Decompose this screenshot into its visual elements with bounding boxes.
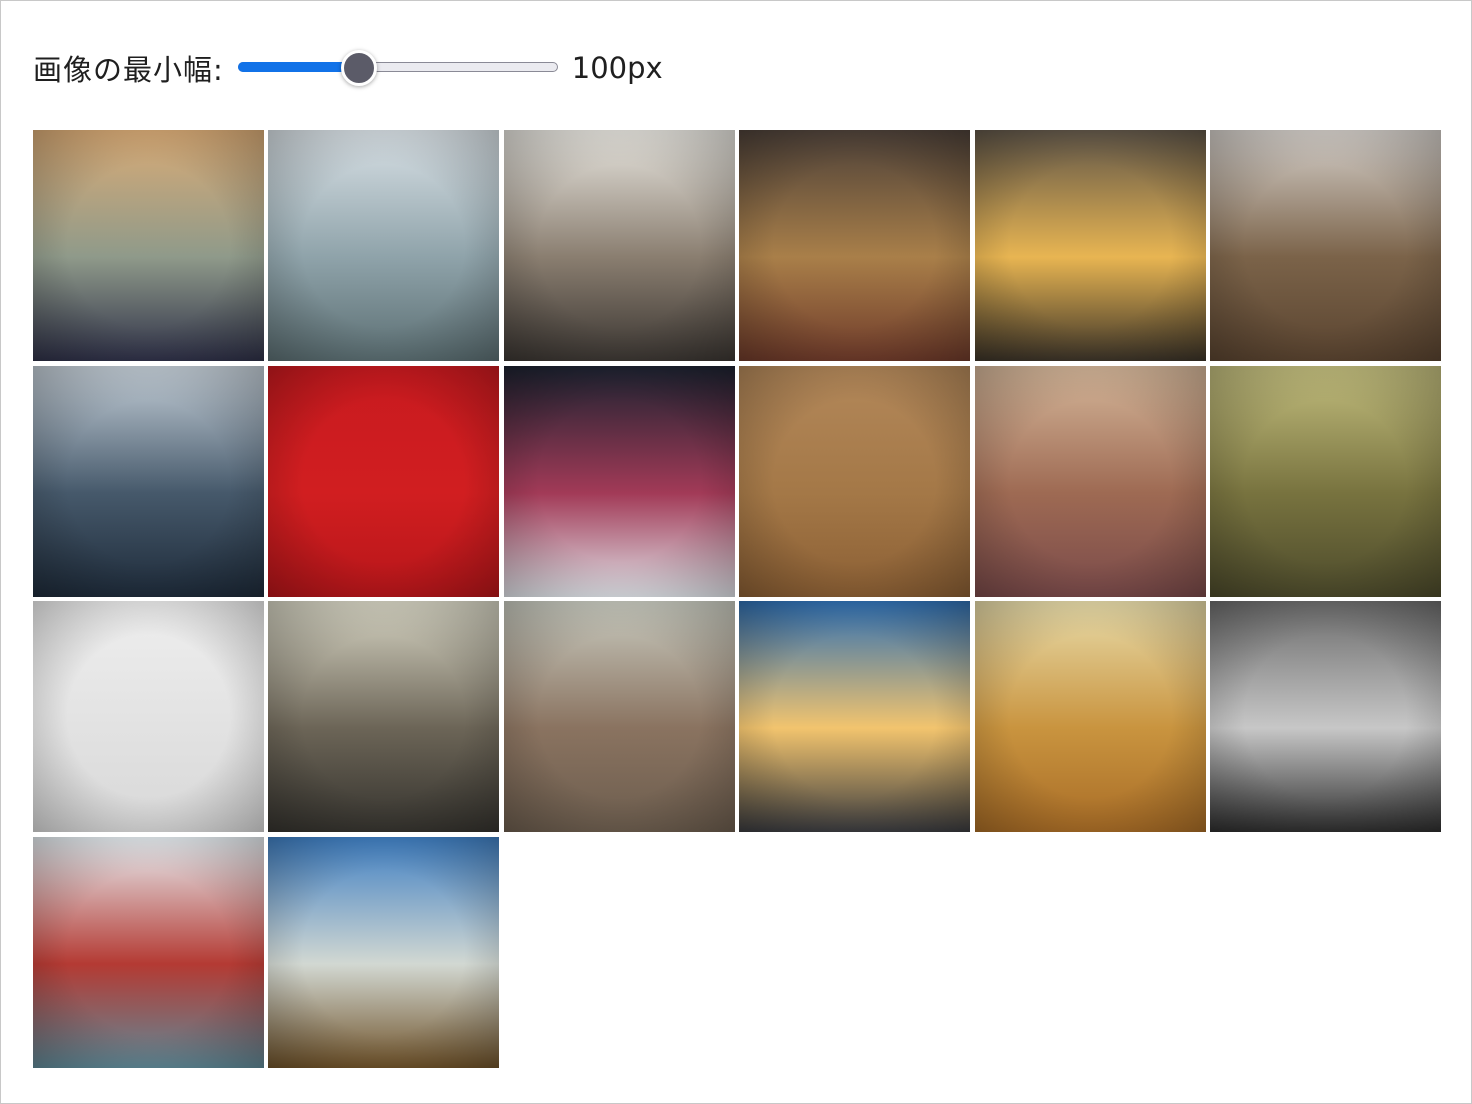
- photo-autumn-path[interactable]: [974, 365, 1206, 597]
- photo-swing-lakeside[interactable]: [268, 836, 500, 1068]
- photo-vignette: [503, 130, 735, 361]
- photo-vignette: [33, 836, 264, 1068]
- photo-eiffel-tower-building[interactable]: [268, 601, 500, 833]
- photo-vignette: [268, 836, 500, 1068]
- photo-brick-wall-windows[interactable]: [739, 130, 971, 361]
- photo-image: [1209, 601, 1441, 833]
- photo-guitar-headstock[interactable]: [1209, 365, 1441, 597]
- app-window: 画像の最小幅: 100px: [0, 0, 1472, 1104]
- photo-image: [974, 601, 1206, 833]
- photo-image: [268, 836, 500, 1068]
- photo-image: [1209, 365, 1441, 597]
- photo-sunset-beach-clouds[interactable]: [974, 130, 1206, 361]
- photo-coffee-cup-red[interactable]: [268, 365, 500, 597]
- photo-vignette: [268, 130, 500, 361]
- photo-eiffel-tower-bw[interactable]: [1209, 601, 1441, 833]
- photo-vignette: [268, 365, 500, 597]
- photo-image: [1209, 130, 1441, 361]
- photo-image: [739, 365, 971, 597]
- photo-image: [33, 130, 264, 361]
- photo-vignette: [1209, 365, 1441, 597]
- photo-image: [33, 365, 264, 597]
- photo-image: [503, 601, 735, 833]
- photo-vignette: [33, 601, 264, 833]
- photo-golden-gate-bridge[interactable]: [33, 836, 264, 1068]
- slider-thumb[interactable]: [341, 50, 378, 86]
- photo-ocean-waves-mountains[interactable]: [33, 365, 264, 597]
- photo-image: [739, 601, 971, 833]
- photo-london-street-bus[interactable]: [503, 130, 735, 361]
- photo-typewriter[interactable]: [33, 601, 264, 833]
- photo-vignette: [974, 365, 1206, 597]
- photo-mountain-road-sunset[interactable]: [739, 601, 971, 833]
- photo-vignette: [503, 601, 735, 833]
- photo-laptop-wooden-desk[interactable]: [739, 365, 971, 597]
- photo-image: [268, 601, 500, 833]
- photo-image: [33, 601, 264, 833]
- photo-vignette: [33, 130, 264, 361]
- min-width-label: 画像の最小幅:: [33, 53, 224, 87]
- photo-desert-sand[interactable]: [974, 601, 1206, 833]
- photo-vignette: [1209, 601, 1441, 833]
- photo-image: [503, 130, 735, 361]
- min-width-control: 画像の最小幅: 100px: [33, 41, 663, 95]
- photo-forest-dirt-road[interactable]: [503, 601, 735, 833]
- photo-vignette: [268, 601, 500, 833]
- photo-vignette: [33, 365, 264, 597]
- photo-brown-bear[interactable]: [1209, 130, 1441, 361]
- photo-lifeguard-tower-beach[interactable]: [33, 130, 264, 361]
- photo-vignette: [1209, 130, 1441, 361]
- photo-image: [974, 130, 1206, 361]
- photo-vignette: [974, 130, 1206, 361]
- photo-image: [268, 130, 500, 361]
- min-width-slider[interactable]: [237, 41, 558, 95]
- photo-vignette: [974, 601, 1206, 833]
- photo-golden-gate-bridge-fog[interactable]: [268, 130, 500, 361]
- photo-vignette: [503, 365, 735, 597]
- photo-vignette: [739, 365, 971, 597]
- photo-aurora-forest[interactable]: [503, 365, 735, 597]
- image-grid: [33, 130, 1441, 1068]
- photo-image: [974, 365, 1206, 597]
- min-width-value: 100px: [571, 51, 663, 85]
- photo-vignette: [739, 130, 971, 361]
- photo-image: [739, 130, 971, 361]
- photo-image: [268, 365, 500, 597]
- photo-vignette: [739, 601, 971, 833]
- photo-image: [503, 365, 735, 597]
- photo-image: [33, 836, 264, 1068]
